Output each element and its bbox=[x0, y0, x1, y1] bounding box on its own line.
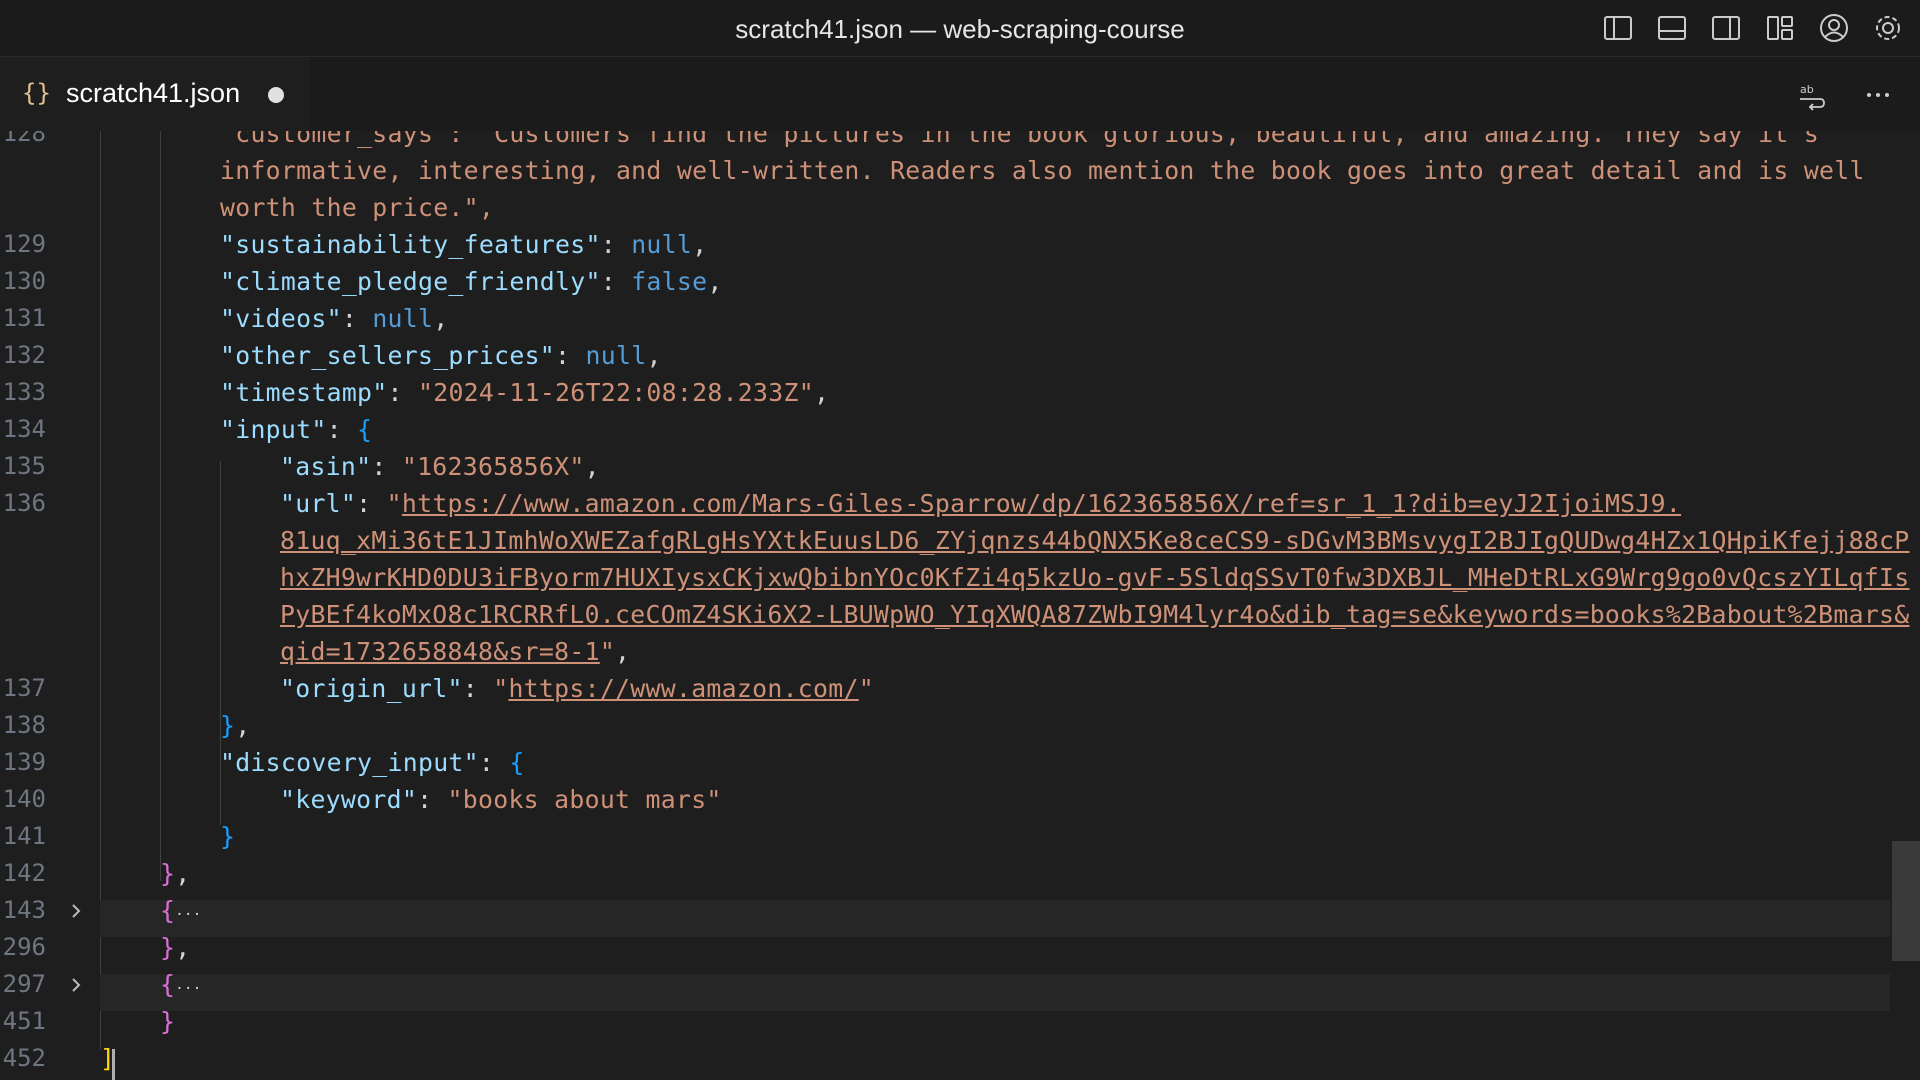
json-key: "discovery_input" bbox=[220, 748, 479, 777]
json-value: "162365856X" bbox=[401, 452, 585, 481]
code-line: 296 }, bbox=[0, 929, 1900, 966]
json-key: "climate_pledge_friendly" bbox=[220, 267, 601, 296]
json-key: "keyword" bbox=[280, 785, 418, 814]
word-wrap-icon[interactable]: ab bbox=[1790, 73, 1834, 117]
line-number: 137 bbox=[2, 674, 46, 702]
json-key: "other_sellers_prices" bbox=[220, 341, 556, 370]
json-key: "sustainability_features" bbox=[220, 230, 601, 259]
code-line: 137 "origin_url": "https://www.amazon.co… bbox=[0, 670, 1900, 707]
code-line: 143 {··· bbox=[0, 892, 1900, 929]
code-editor[interactable]: 128 "customer_says": "Customers find the… bbox=[0, 131, 1920, 1080]
unsaved-dot-icon[interactable] bbox=[268, 87, 284, 103]
line-number: 452 bbox=[2, 1044, 46, 1072]
json-key: "url" bbox=[280, 489, 357, 518]
editor-tab-scratch41[interactable]: {} scratch41.json bbox=[0, 57, 310, 131]
json-value: null bbox=[585, 341, 647, 370]
line-number: 143 bbox=[2, 896, 46, 924]
tab-label: scratch41.json bbox=[66, 78, 241, 108]
line-number: 141 bbox=[2, 822, 46, 850]
line-number: 130 bbox=[2, 267, 46, 295]
code-line-wrapped: 81uq_xMi36tE1JImhWoXWEZafgRLgHsYXtkEuusL… bbox=[0, 522, 1909, 559]
line-number: 296 bbox=[2, 933, 46, 961]
json-key: "videos" bbox=[220, 304, 342, 333]
line-number: 131 bbox=[2, 304, 46, 332]
code-line-wrapped: worth the price.", bbox=[0, 189, 1900, 226]
tab-bar: {} scratch41.json ab bbox=[0, 57, 1920, 131]
code-line-wrapped: hxZH9wrKHD0DU3iFByorm7HUXIysxCKjxwQbibnY… bbox=[0, 559, 1909, 596]
json-value: "books about mars" bbox=[447, 785, 722, 814]
code-line: 139 "discovery_input": { bbox=[0, 744, 1900, 781]
line-number: 128 bbox=[2, 131, 46, 147]
code-line: 132 "other_sellers_prices": null, bbox=[0, 337, 1900, 374]
code-line: 140 "keyword": "books about mars" bbox=[0, 781, 1900, 818]
line-number: 451 bbox=[2, 1007, 46, 1035]
chevron-right-icon[interactable] bbox=[66, 901, 86, 921]
line-number: 139 bbox=[2, 748, 46, 776]
editor-actions: ab bbox=[1790, 73, 1900, 117]
code-line: 138 }, bbox=[0, 707, 1900, 744]
chevron-right-icon[interactable] bbox=[66, 975, 86, 995]
url-link[interactable]: https://www.amazon.com/Mars-Giles-Sparro… bbox=[402, 489, 1681, 518]
json-file-icon: {} bbox=[22, 79, 51, 107]
json-value: null bbox=[372, 304, 434, 333]
folded-ellipsis[interactable]: ··· bbox=[175, 981, 201, 997]
line-number: 142 bbox=[2, 859, 46, 887]
code-text: worth the price.", bbox=[220, 193, 495, 222]
line-number: 133 bbox=[2, 378, 46, 406]
code-line: 136 "url": "https://www.amazon.com/Mars-… bbox=[0, 485, 1900, 522]
code-line: 135 "asin": "162365856X", bbox=[0, 448, 1900, 485]
code-line: 141 } bbox=[0, 818, 1900, 855]
customize-layout-icon[interactable] bbox=[1758, 6, 1802, 50]
json-key: "asin" bbox=[280, 452, 372, 481]
json-key: "timestamp" bbox=[220, 378, 388, 407]
url-link[interactable]: qid=1732658848&sr=8-1 bbox=[280, 637, 600, 666]
line-number: 132 bbox=[2, 341, 46, 369]
line-number: 140 bbox=[2, 785, 46, 813]
json-key: "input" bbox=[220, 415, 327, 444]
code-line: 451 } bbox=[0, 1003, 1900, 1040]
json-value: null bbox=[631, 230, 693, 259]
text-cursor bbox=[112, 1049, 115, 1080]
accounts-icon[interactable] bbox=[1812, 6, 1856, 50]
url-link[interactable]: PyBEf4koMxO8c1RCRRfL0.ceCOmZ4SKi6X2-LBUW… bbox=[280, 596, 1910, 633]
code-line-wrapped: PyBEf4koMxO8c1RCRRfL0.ceCOmZ4SKi6X2-LBUW… bbox=[0, 596, 1909, 633]
code-line: 128 "customer_says": "Customers find the… bbox=[0, 131, 1900, 152]
code-line: 129 "sustainability_features": null, bbox=[0, 226, 1900, 263]
code-line-wrapped: qid=1732658848&sr=8-1", bbox=[280, 637, 631, 666]
code-line: 133 "timestamp": "2024-11-26T22:08:28.23… bbox=[0, 374, 1900, 411]
more-actions-icon[interactable] bbox=[1856, 73, 1900, 117]
code-text: informative, interesting, and well-writt… bbox=[220, 156, 1865, 185]
toggle-primary-sidebar-icon[interactable] bbox=[1596, 6, 1640, 50]
line-number: 134 bbox=[2, 415, 46, 443]
line-number: 136 bbox=[2, 489, 46, 517]
vertical-scrollbar[interactable] bbox=[1890, 131, 1920, 1080]
layout-controls bbox=[1596, 6, 1910, 50]
svg-text:ab: ab bbox=[1800, 83, 1814, 96]
title-bar: scratch41.json — web-scraping-course bbox=[0, 0, 1920, 57]
code-line: 297 {··· bbox=[0, 966, 1900, 1003]
json-key: "origin_url" bbox=[280, 674, 463, 703]
url-link[interactable]: https://www.amazon.com/ bbox=[508, 674, 858, 703]
code-line: 134 "input": { bbox=[0, 411, 1900, 448]
settings-gear-icon[interactable] bbox=[1866, 6, 1910, 50]
folded-ellipsis[interactable]: ··· bbox=[175, 907, 201, 923]
url-link[interactable]: hxZH9wrKHD0DU3iFByorm7HUXIysxCKjxwQbibnY… bbox=[280, 559, 1910, 596]
json-value: false bbox=[631, 267, 708, 296]
line-number: 138 bbox=[2, 711, 46, 739]
url-link[interactable]: 81uq_xMi36tE1JImhWoXWEZafgRLgHsYXtkEuusL… bbox=[280, 522, 1910, 559]
toggle-secondary-sidebar-icon[interactable] bbox=[1704, 6, 1748, 50]
code-line-wrapped: informative, interesting, and well-writt… bbox=[0, 152, 1900, 189]
line-number: 135 bbox=[2, 452, 46, 480]
code-line: 130 "climate_pledge_friendly": false, bbox=[0, 263, 1900, 300]
line-number: 297 bbox=[2, 970, 46, 998]
code-line: 142 }, bbox=[0, 855, 1900, 892]
json-value: "2024-11-26T22:08:28.233Z" bbox=[418, 378, 814, 407]
line-number: 129 bbox=[2, 230, 46, 258]
toggle-panel-icon[interactable] bbox=[1650, 6, 1694, 50]
code-line: 131 "videos": null, bbox=[0, 300, 1900, 337]
code-line: 452 ] bbox=[0, 1040, 1900, 1077]
code-text: "customer_says": "Customers find the pic… bbox=[220, 131, 1820, 148]
scrollbar-thumb[interactable] bbox=[1892, 841, 1920, 961]
